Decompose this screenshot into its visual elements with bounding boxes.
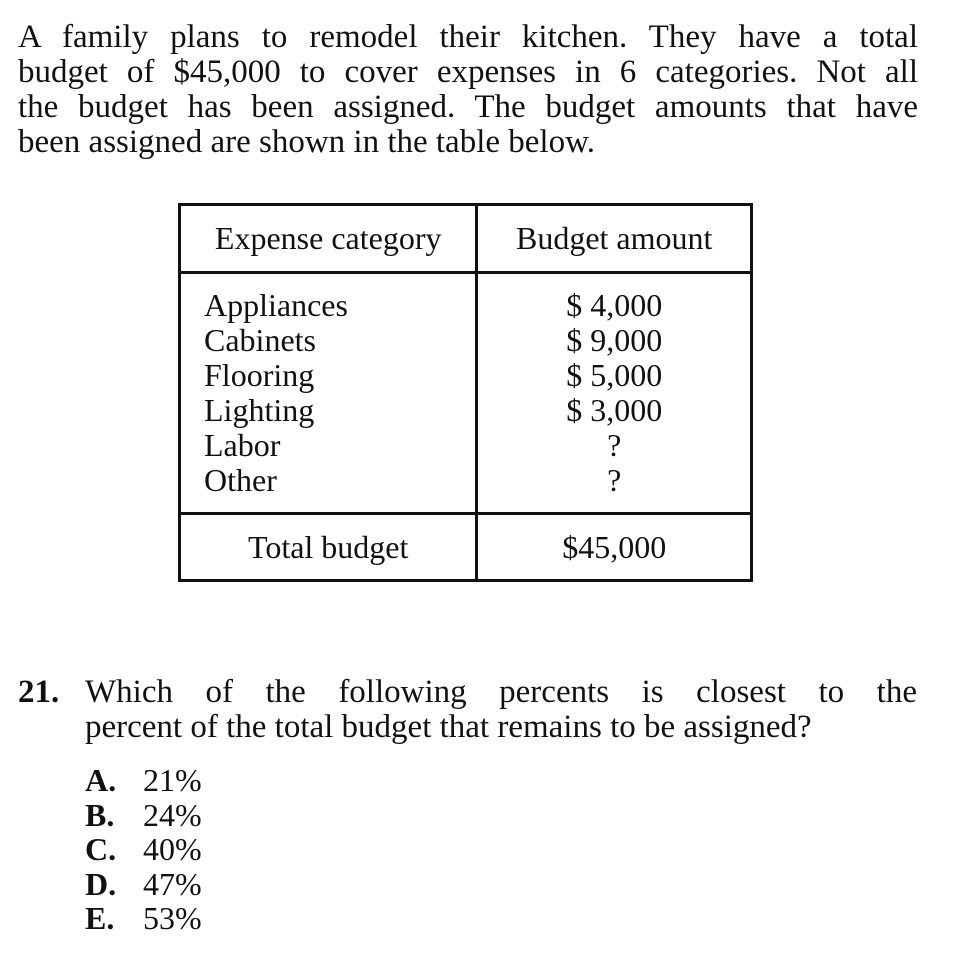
amount-item: $ 3,000 <box>566 392 663 428</box>
intro-line: A family plans to remodel their kitchen.… <box>18 19 918 55</box>
total-row: Total budget $45,000 <box>177 512 753 582</box>
answer-choice-e[interactable]: E. 53% <box>85 901 202 936</box>
category-item: Appliances <box>204 287 348 323</box>
table-body-row: Appliances Cabinets Flooring Lighting La… <box>177 271 753 515</box>
answer-choice-d[interactable]: D. 47% <box>85 865 202 902</box>
table-header-row: Expense category Budget amount <box>177 203 753 274</box>
category-list: Appliances Cabinets Flooring Lighting La… <box>181 274 475 498</box>
amount-item: ? <box>607 462 622 498</box>
question-line: percent of the total budget that remains… <box>85 709 812 745</box>
category-cell: Appliances Cabinets Flooring Lighting La… <box>177 271 479 515</box>
total-amount: $45,000 <box>475 512 753 582</box>
answer-choice-a[interactable]: A. 21% <box>85 763 202 798</box>
choice-letter: E. <box>85 900 115 936</box>
category-item: Other <box>204 462 277 498</box>
choice-letter: B. <box>85 796 115 833</box>
header-expense-category: Expense category <box>177 203 479 274</box>
choice-letter: C. <box>85 831 117 867</box>
choice-letter: A. <box>85 762 117 798</box>
question-line: Which of the following percents is close… <box>85 674 917 710</box>
question-number: 21. <box>18 674 60 710</box>
category-item: Labor <box>204 427 281 463</box>
amount-item: $ 9,000 <box>566 322 663 358</box>
intro-line: budget of $45,000 to cover expenses in 6… <box>18 54 918 90</box>
problem-intro: A family plans to remodel their kitchen.… <box>18 20 918 160</box>
amount-item: $ 4,000 <box>566 287 663 323</box>
category-item: Lighting <box>204 392 315 428</box>
amount-item: ? <box>607 427 622 463</box>
choice-text: 53% <box>143 900 202 936</box>
intro-line: the budget has been assigned. The budget… <box>18 89 918 125</box>
total-label: Total budget <box>177 512 479 582</box>
amount-item: $ 5,000 <box>566 357 663 393</box>
category-item: Flooring <box>204 357 315 393</box>
choice-text: 47% <box>143 865 202 902</box>
choice-text: 40% <box>143 831 202 867</box>
budget-table: Expense category Budget amount Appliance… <box>177 203 753 582</box>
amount-cell: $ 4,000 $ 9,000 $ 5,000 $ 3,000 ? ? <box>475 271 753 515</box>
header-budget-amount: Budget amount <box>475 203 753 274</box>
choice-text: 21% <box>143 762 202 798</box>
answer-choice-b[interactable]: B. 24% <box>85 796 202 833</box>
choice-letter: D. <box>85 865 117 902</box>
intro-line: been assigned are shown in the table bel… <box>18 124 596 160</box>
choice-text: 24% <box>143 796 202 833</box>
question-text: Which of the following percents is close… <box>85 675 917 745</box>
answer-choice-c[interactable]: C. 40% <box>85 832 202 867</box>
amount-list: $ 4,000 $ 9,000 $ 5,000 $ 3,000 ? ? <box>478 274 750 498</box>
answer-choices: A. 21% B. 24% C. 40% D. 47% E. 53% <box>85 763 202 936</box>
category-item: Cabinets <box>204 322 316 358</box>
